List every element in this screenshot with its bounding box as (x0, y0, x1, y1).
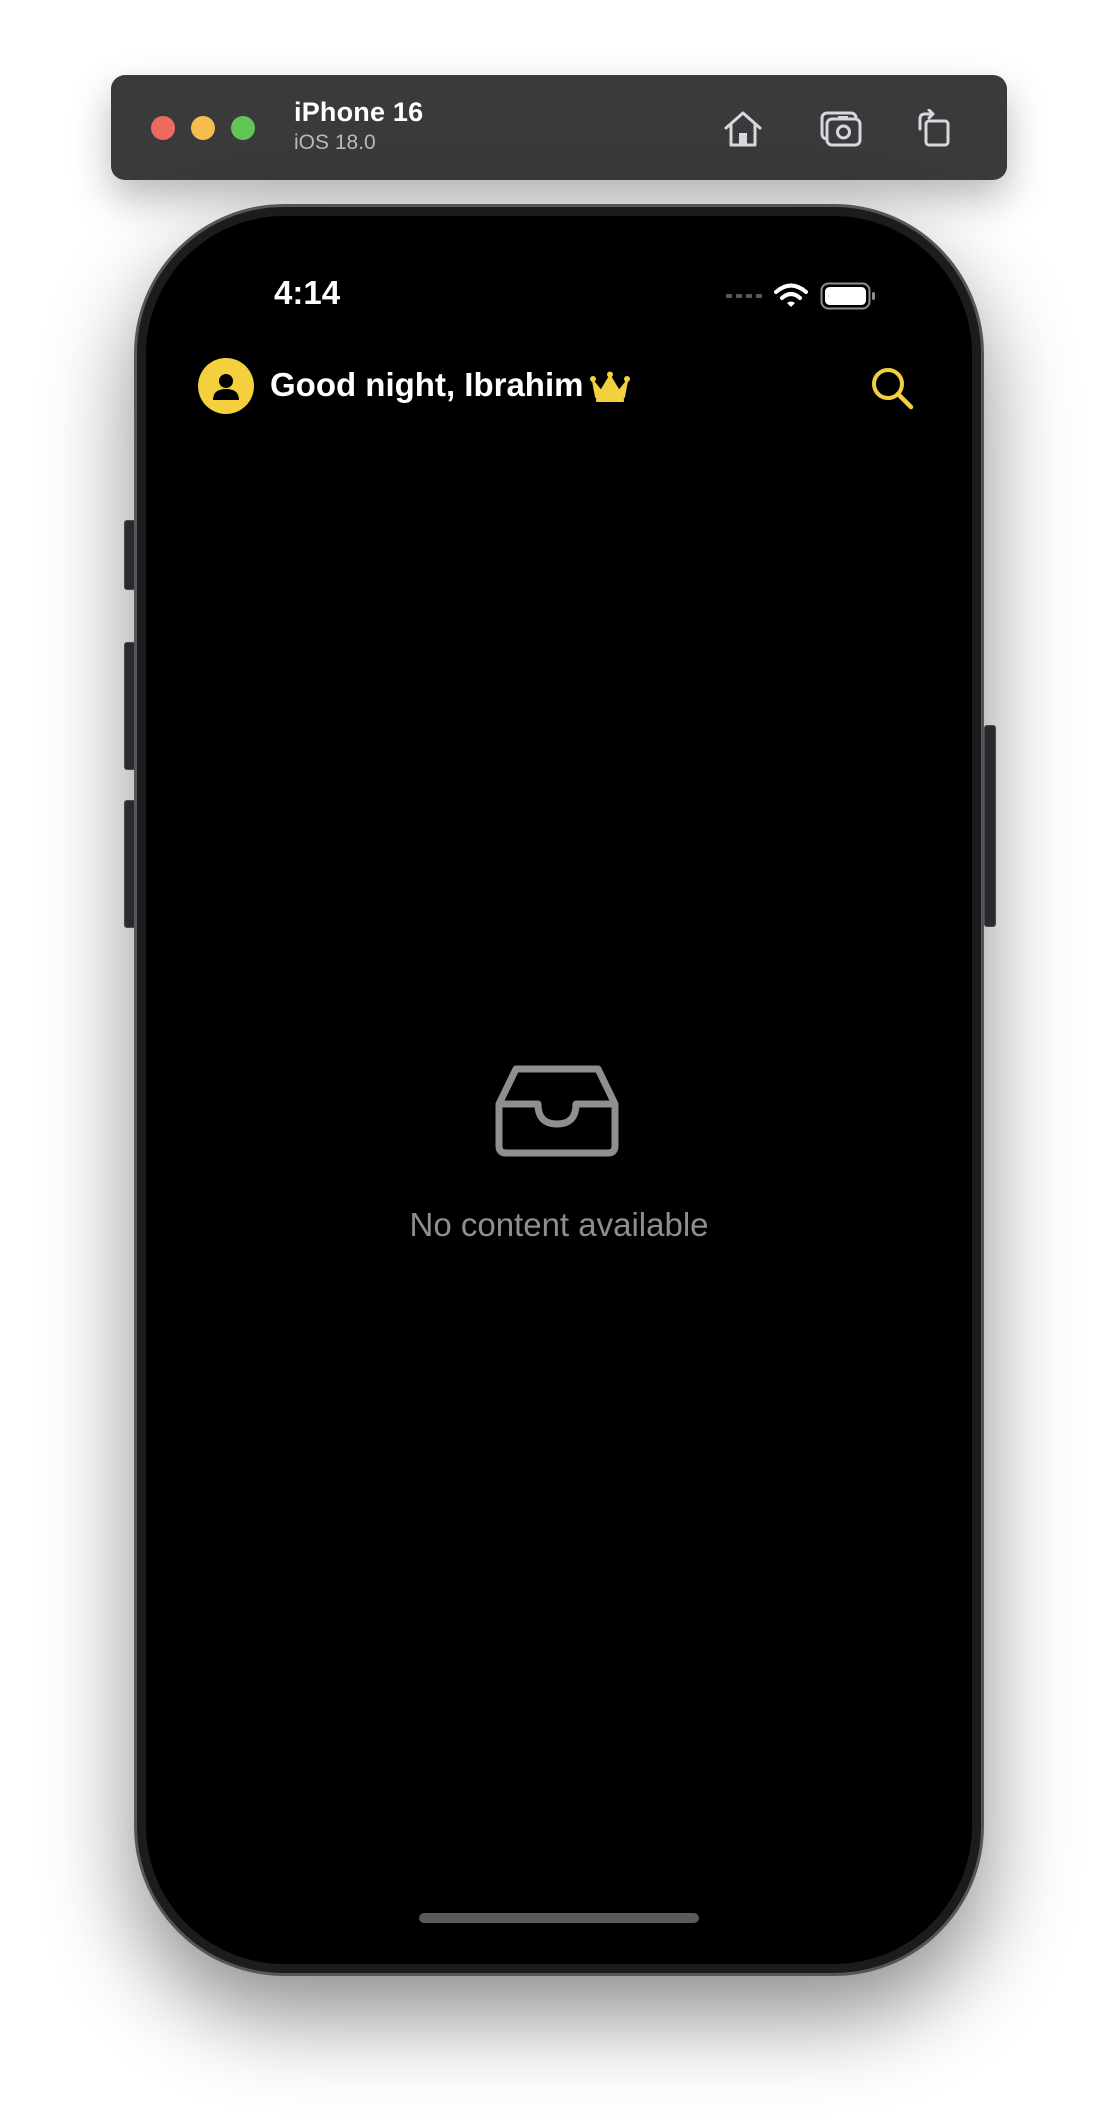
search-icon (872, 368, 914, 410)
screenshot-button[interactable] (817, 105, 865, 153)
wifi-icon (774, 283, 808, 307)
rotate-button[interactable] (910, 105, 958, 153)
premium-badge[interactable] (589, 371, 631, 408)
greeting-title: Good night, Ibrahim (270, 366, 584, 403)
battery-icon (820, 282, 875, 310)
close-window-button[interactable] (151, 116, 175, 140)
avatar-icon (213, 374, 239, 400)
simulator-toolbar: iPhone 16 iOS 18.0 (111, 75, 1007, 180)
home-icon (724, 111, 762, 147)
simulator-window: iPhone 16 iOS 18.0 4:14 Good night, Ibra… (0, 0, 1118, 2124)
profile-avatar-button[interactable] (198, 358, 254, 414)
minimize-window-button[interactable] (191, 116, 215, 140)
crown-icon (590, 371, 630, 402)
search-button[interactable] (866, 362, 918, 414)
inbox-tray-icon (495, 1065, 619, 1157)
zoom-window-button[interactable] (231, 116, 255, 140)
screenshot-icon (820, 111, 862, 147)
empty-state-illustration (494, 1064, 620, 1163)
home-indicator[interactable] (419, 1913, 699, 1923)
os-version: iOS 18.0 (294, 131, 376, 154)
device-screen: 4:14 Good night, Ibrahim No content avai… (146, 216, 972, 1964)
rotate-icon (918, 109, 950, 147)
cellular-signal-icon (726, 294, 762, 298)
side-power-button[interactable] (984, 725, 996, 927)
empty-state-message: No content available (409, 1206, 709, 1243)
status-time: 4:14 (274, 274, 341, 311)
device-name: iPhone 16 (294, 97, 424, 127)
home-button[interactable] (719, 105, 767, 153)
status-indicators (726, 282, 876, 310)
